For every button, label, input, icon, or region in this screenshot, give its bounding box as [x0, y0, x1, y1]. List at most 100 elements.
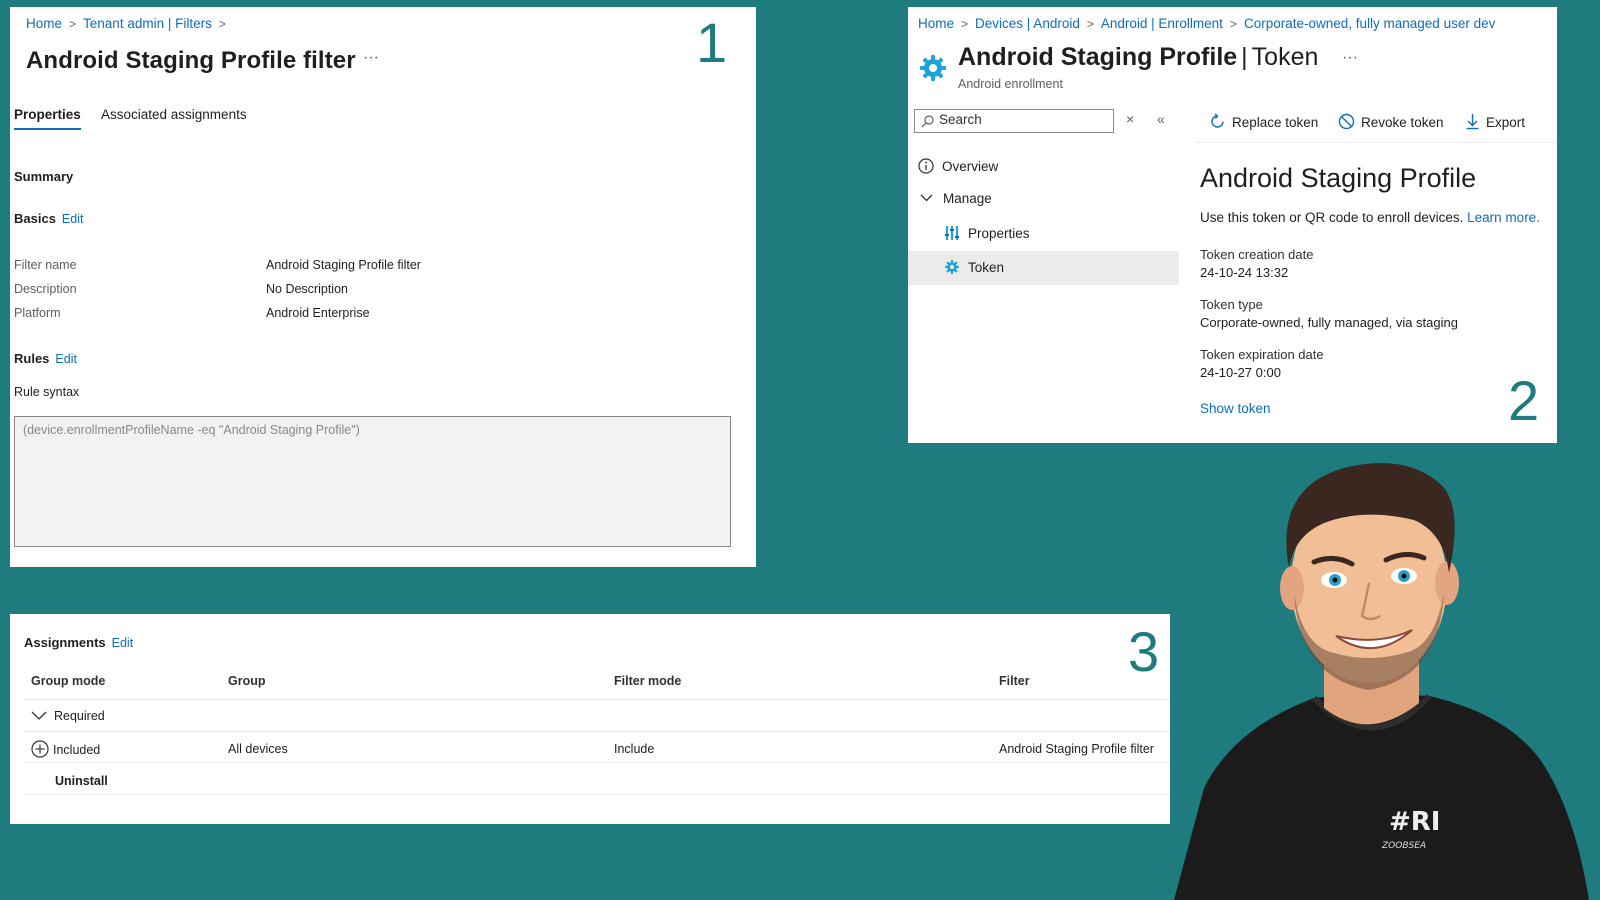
- search-input[interactable]: Search: [914, 109, 1114, 133]
- replace-token-label: Replace token: [1232, 115, 1319, 130]
- field-value-description: No Description: [266, 282, 348, 296]
- add-circle-icon: [31, 740, 49, 758]
- rules-label: Rules: [14, 351, 50, 366]
- required-group-row[interactable]: Required: [31, 709, 105, 723]
- token-type-label: Token type: [1200, 297, 1263, 312]
- required-label: Required: [54, 709, 105, 723]
- content-description: Use this token or QR code to enroll devi…: [1200, 210, 1540, 225]
- breadcrumb-separator: >: [1086, 17, 1094, 31]
- gear-icon: [920, 55, 946, 81]
- clear-search-button[interactable]: ×: [1126, 111, 1134, 127]
- nav-item-token-label: Token: [968, 260, 1005, 275]
- filter-panel: Home > Tenant admin | Filters > Android Sta…: [10, 7, 756, 567]
- step-number: 2: [1508, 369, 1540, 432]
- chevron-down-icon: [920, 194, 933, 202]
- export-label: Export: [1486, 115, 1526, 130]
- rule-syntax-label: Rule syntax: [14, 385, 80, 399]
- breadcrumb: Home > Devices | Android > Android | Enrollm…: [918, 16, 1495, 31]
- revoke-token-button[interactable]: Revoke token: [1338, 113, 1444, 130]
- nav-group-manage[interactable]: Manage: [920, 191, 992, 206]
- field-value-platform: Android Enterprise: [266, 306, 370, 320]
- column-header-group-mode: Group mode: [31, 674, 106, 688]
- token-expiration-date-label: Token expiration date: [1200, 347, 1324, 362]
- summary-label: Summary: [14, 169, 74, 184]
- rules-heading: Rules Edit: [14, 351, 77, 366]
- learn-more-link[interactable]: Learn more.: [1467, 210, 1540, 225]
- refresh-icon: [1211, 113, 1224, 128]
- tab-associated-assignments[interactable]: Associated assignments: [101, 107, 247, 128]
- export-button[interactable]: Export: [1465, 113, 1525, 130]
- tab-properties[interactable]: Properties: [14, 107, 81, 130]
- nav-item-properties[interactable]: Properties: [944, 225, 1030, 241]
- shirt-text: ZOOBSEA: [1381, 841, 1426, 851]
- page-title: Android Staging Profile filter: [26, 47, 356, 74]
- shirt-logo: #RI: [1389, 807, 1440, 837]
- block-icon: [1338, 113, 1355, 130]
- breadcrumb-android-enrollment[interactable]: Android | Enrollment: [1101, 16, 1223, 31]
- token-expiration-date-value: 24-10-27 0:00: [1200, 365, 1281, 380]
- basics-edit-link[interactable]: Edit: [62, 212, 84, 226]
- nav-item-token[interactable]: Token: [944, 259, 1004, 275]
- revoke-token-label: Revoke token: [1361, 115, 1444, 130]
- row-divider: [24, 794, 1170, 795]
- page-subtitle: Android enrollment: [958, 77, 1063, 91]
- field-label-filter-name: Filter name: [14, 258, 77, 272]
- breadcrumb-separator: >: [1229, 17, 1237, 31]
- group-cell: All devices: [228, 742, 288, 756]
- nav-group-manage-label: Manage: [943, 191, 992, 206]
- gear-icon: [945, 260, 959, 274]
- chevron-down-icon: [31, 711, 47, 720]
- rule-syntax-textarea[interactable]: (device.enrollmentProfileName -eq "Andro…: [14, 416, 731, 547]
- breadcrumb-filters[interactable]: Tenant admin | Filters: [83, 16, 212, 31]
- breadcrumb-home[interactable]: Home: [918, 16, 954, 31]
- title-sub: Token: [1251, 43, 1319, 71]
- token-creation-date-label: Token creation date: [1200, 247, 1314, 262]
- description-text: Use this token or QR code to enroll devi…: [1200, 210, 1464, 225]
- nav-item-properties-label: Properties: [968, 226, 1030, 241]
- title-main: Android Staging Profile: [958, 43, 1238, 71]
- breadcrumb-home[interactable]: Home: [26, 16, 62, 31]
- basics-label: Basics: [14, 211, 56, 226]
- breadcrumb-corporate-owned[interactable]: Corporate-owned, fully managed user dev: [1244, 16, 1495, 31]
- download-icon: [1466, 114, 1479, 130]
- filter-cell: Android Staging Profile filter: [999, 742, 1154, 756]
- replace-token-button[interactable]: Replace token: [1209, 113, 1318, 130]
- toolbar-divider: [1195, 142, 1557, 143]
- column-header-filter: Filter: [999, 674, 1030, 688]
- content-heading: Android Staging Profile: [1200, 163, 1477, 193]
- summary-heading: Summary: [14, 169, 73, 184]
- table-row-included[interactable]: Included: [31, 740, 100, 758]
- rules-edit-link[interactable]: Edit: [55, 352, 77, 366]
- assignments-title: Assignments: [24, 635, 106, 650]
- breadcrumb-devices-android[interactable]: Devices | Android: [975, 16, 1080, 31]
- step-number: 3: [1128, 620, 1160, 683]
- field-value-filter-name: Android Staging Profile filter: [266, 258, 421, 272]
- breadcrumb-separator: >: [961, 17, 969, 31]
- nav-item-overview-label: Overview: [942, 159, 999, 174]
- token-creation-date-value: 24-10-24 13:32: [1200, 265, 1289, 280]
- show-token-link[interactable]: Show token: [1200, 401, 1271, 416]
- uninstall-group-row[interactable]: Uninstall: [55, 774, 108, 788]
- avatar: #RI ZOOBSEA: [1174, 463, 1589, 900]
- breadcrumb: Home > Tenant admin | Filters >: [26, 16, 233, 31]
- filter-mode-cell: Include: [614, 742, 655, 756]
- step-number: 1: [696, 11, 728, 74]
- nav-item-overview[interactable]: Overview: [918, 158, 998, 174]
- page-title: Android Staging Profile | Token: [958, 43, 1318, 72]
- row-divider: [24, 762, 1170, 763]
- more-options-button[interactable]: ···: [1342, 49, 1358, 67]
- properties-icon: [945, 226, 959, 240]
- info-icon: [918, 158, 934, 174]
- row-divider: [24, 699, 1170, 700]
- row-divider: [24, 731, 1170, 732]
- search-icon: [921, 115, 934, 128]
- more-options-button[interactable]: ···: [363, 49, 379, 67]
- assignments-edit-link[interactable]: Edit: [112, 636, 134, 650]
- assignments-panel: Assignments Edit 3 Group mode Group Filte…: [10, 614, 1170, 824]
- column-header-filter-mode: Filter mode: [614, 674, 682, 688]
- breadcrumb-separator: >: [69, 17, 77, 31]
- token-type-value: Corporate-owned, fully managed, via stag…: [1200, 315, 1458, 330]
- group-mode-cell: Included: [53, 743, 101, 757]
- title-separator: |: [1241, 43, 1248, 71]
- collapse-menu-button[interactable]: «: [1157, 111, 1165, 127]
